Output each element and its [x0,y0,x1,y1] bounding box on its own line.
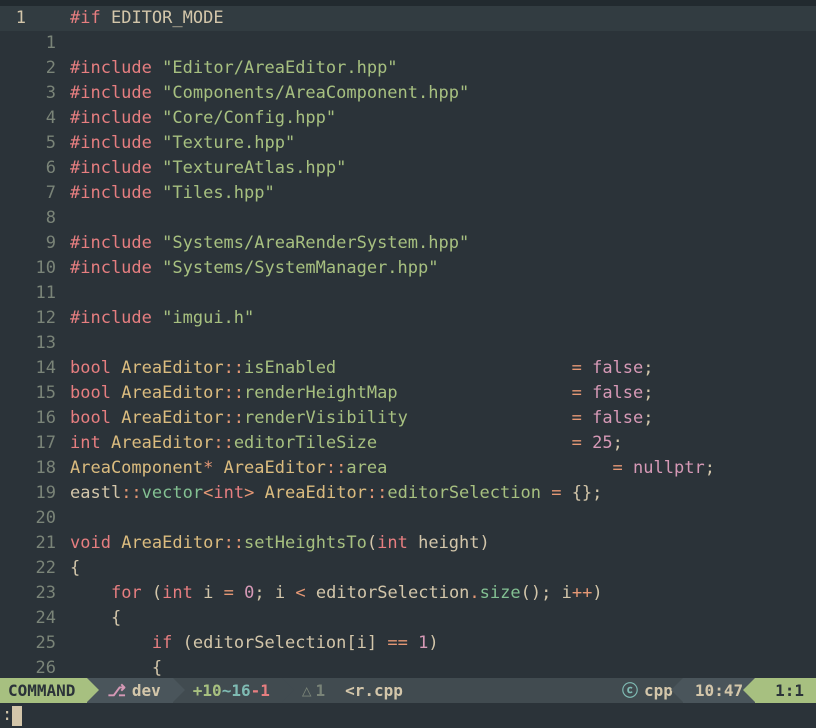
code-line[interactable]: 3#include "Components/AreaComponent.hpp" [0,81,816,106]
gutter-relative: 9 [30,231,60,256]
code-line[interactable]: 25 if (editorSelection[i] == 1) [0,631,816,656]
gutter-relative: 23 [30,581,60,606]
clock-label: 10:47 [695,678,743,703]
gutter-relative: 4 [30,106,60,131]
gutter-relative: 2 [30,56,60,81]
gutter-relative: 7 [30,181,60,206]
code-area[interactable]: 1#if EDITOR_MODE12#include "Editor/AreaE… [0,6,816,681]
code-content[interactable]: eastl::vector<int> AreaEditor::editorSel… [60,481,816,506]
git-branch-name: dev [132,678,161,703]
gutter-relative: 13 [30,331,60,356]
git-diff-segment: +10 ~16 -1 [173,678,282,703]
gutter-relative: 14 [30,356,60,381]
code-content[interactable]: #include "Tiles.hpp" [60,181,816,206]
code-content[interactable]: #include "Systems/SystemManager.hpp" [60,256,816,281]
code-line[interactable]: 20 [0,506,816,531]
gutter-absolute: 1 [0,6,30,31]
gutter-relative: 18 [30,456,60,481]
code-content[interactable]: { [60,556,816,581]
code-content[interactable]: bool AreaEditor::isEnabled = false; [60,356,816,381]
code-line[interactable]: 7#include "Tiles.hpp" [0,181,816,206]
code-line[interactable]: 9#include "Systems/AreaRenderSystem.hpp" [0,231,816,256]
code-line[interactable]: 15bool AreaEditor::renderHeightMap = fal… [0,381,816,406]
code-content[interactable]: for (int i = 0; i < editorSelection.size… [60,581,816,606]
gutter-relative: 20 [30,506,60,531]
gutter-relative: 24 [30,606,60,631]
code-content[interactable]: int AreaEditor::editorTileSize = 25; [60,431,816,456]
code-line[interactable]: 24 { [0,606,816,631]
editor-pane[interactable]: 1#if EDITOR_MODE12#include "Editor/AreaE… [0,0,816,728]
code-line[interactable]: 4#include "Core/Config.hpp" [0,106,816,131]
code-content[interactable]: #include "Core/Config.hpp" [60,106,816,131]
statusline: COMMAND ⎇ dev +10 ~16 -1 △ 1 <r.cpp ⓒ cp… [0,678,816,703]
code-content[interactable]: { [60,606,816,631]
mode-label: COMMAND [8,678,75,703]
code-content[interactable]: void AreaEditor::setHeightsTo(int height… [60,531,816,556]
mode-indicator: COMMAND [0,678,87,703]
cursor-position-label: 1:1 [775,678,804,703]
code-line[interactable]: 22{ [0,556,816,581]
code-line[interactable]: 21void AreaEditor::setHeightsTo(int heig… [0,531,816,556]
gutter-relative: 22 [30,556,60,581]
gutter-relative: 6 [30,156,60,181]
command-cursor [12,706,22,726]
code-line[interactable]: 10#include "Systems/SystemManager.hpp" [0,256,816,281]
filetype-label: cpp [644,678,673,703]
command-prompt: : [2,703,12,728]
gutter-relative: 1 [30,31,60,56]
code-line[interactable]: 16bool AreaEditor::renderVisibility = fa… [0,406,816,431]
git-branch-segment: ⎇ dev [87,678,172,703]
gutter-relative: 10 [30,256,60,281]
code-line[interactable]: 5#include "Texture.hpp" [0,131,816,156]
gutter-relative: 11 [30,281,60,306]
gutter-relative: 21 [30,531,60,556]
code-content[interactable]: bool AreaEditor::renderVisibility = fals… [60,406,816,431]
gutter-relative: 16 [30,406,60,431]
code-line[interactable]: 19eastl::vector<int> AreaEditor::editorS… [0,481,816,506]
filename-segment: <r.cpp [335,678,612,703]
code-line[interactable]: 6#include "TextureAtlas.hpp" [0,156,816,181]
warning-icon: △ [302,678,312,703]
gutter-relative: 8 [30,206,60,231]
code-content[interactable]: #include "Systems/AreaRenderSystem.hpp" [60,231,816,256]
git-branch-icon: ⎇ [107,678,125,703]
code-line[interactable]: 1 [0,31,816,56]
code-line[interactable]: 14bool AreaEditor::isEnabled = false; [0,356,816,381]
code-line[interactable]: 12#include "imgui.h" [0,306,816,331]
gutter-relative: 15 [30,381,60,406]
gutter-relative: 25 [30,631,60,656]
code-line[interactable]: 8 [0,206,816,231]
code-content[interactable]: #if EDITOR_MODE [60,6,816,31]
gutter-relative: 3 [30,81,60,106]
code-line[interactable]: 17int AreaEditor::editorTileSize = 25; [0,431,816,456]
git-added: +10 [193,678,222,703]
git-modified: ~16 [222,678,251,703]
gutter-relative: 17 [30,431,60,456]
code-line[interactable]: 13 [0,331,816,356]
code-line[interactable]: 11 [0,281,816,306]
cursor-position-segment: 1:1 [755,678,816,703]
cpp-icon: ⓒ [622,678,638,703]
code-content[interactable]: #include "Editor/AreaEditor.hpp" [60,56,816,81]
command-line[interactable]: : [0,703,816,728]
code-line[interactable]: 23 for (int i = 0; i < editorSelection.s… [0,581,816,606]
code-content[interactable]: AreaComponent* AreaEditor::area = nullpt… [60,456,816,481]
git-deleted: -1 [251,678,270,703]
filename-label: <r.cpp [345,678,403,703]
code-content[interactable]: if (editorSelection[i] == 1) [60,631,816,656]
gutter-relative: 19 [30,481,60,506]
code-content[interactable]: bool AreaEditor::renderHeightMap = false… [60,381,816,406]
code-line[interactable]: 1 #if EDITOR_MODE [0,6,816,31]
warning-count: 1 [316,678,326,703]
code-content[interactable]: #include "TextureAtlas.hpp" [60,156,816,181]
gutter-relative: 12 [30,306,60,331]
code-content[interactable]: #include "Texture.hpp" [60,131,816,156]
code-line[interactable]: 2#include "Editor/AreaEditor.hpp" [0,56,816,81]
gutter-relative: 5 [30,131,60,156]
code-line[interactable]: 18AreaComponent* AreaEditor::area = null… [0,456,816,481]
code-content[interactable]: #include "Components/AreaComponent.hpp" [60,81,816,106]
code-content[interactable]: #include "imgui.h" [60,306,816,331]
